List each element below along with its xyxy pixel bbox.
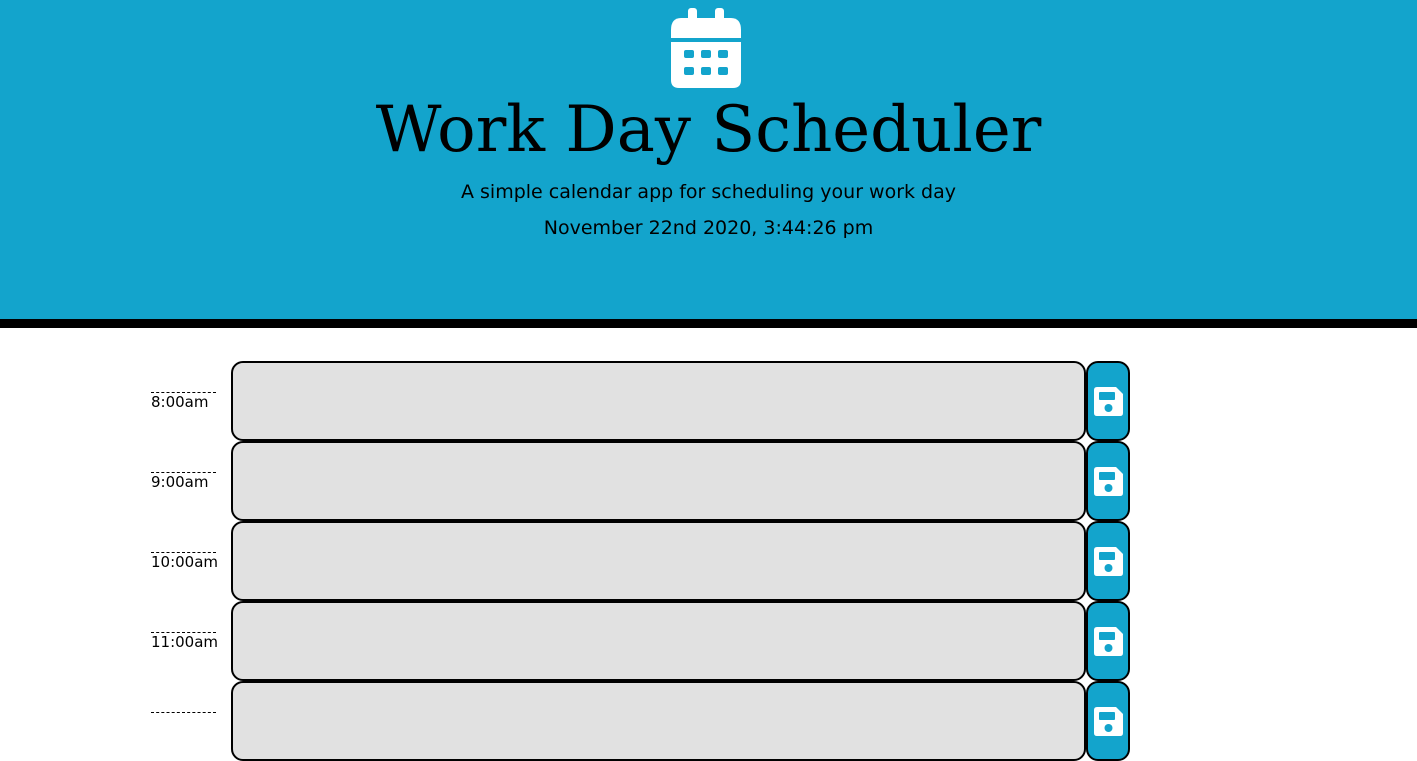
save-button[interactable]: [1086, 441, 1130, 521]
event-textarea[interactable]: [231, 361, 1086, 441]
event-textarea[interactable]: [231, 441, 1086, 521]
calendar-icon: [671, 8, 741, 88]
hour-label: 8:00am: [151, 392, 216, 411]
page-subtitle: A simple calendar app for scheduling you…: [460, 181, 957, 203]
event-textarea[interactable]: [231, 601, 1086, 681]
hour-label: 9:00am: [151, 472, 216, 491]
time-block-row: 10:00am: [0, 521, 1417, 601]
hour-label: 11:00am: [151, 632, 219, 651]
floppy-disk-icon: [1093, 466, 1123, 496]
save-button[interactable]: [1086, 361, 1130, 441]
event-textarea[interactable]: [231, 681, 1086, 761]
time-block-row: [0, 681, 1417, 761]
floppy-disk-icon: [1093, 706, 1123, 736]
floppy-disk-icon: [1093, 386, 1123, 416]
current-datetime: November 22nd 2020, 3:44:26 pm: [543, 217, 874, 239]
page-title: Work Day Scheduler: [375, 93, 1042, 167]
save-button[interactable]: [1086, 681, 1130, 761]
hour-label: 10:00am: [151, 552, 219, 571]
save-button[interactable]: [1086, 601, 1130, 681]
hour-label: [151, 712, 216, 713]
time-block-row: 11:00am: [0, 601, 1417, 681]
save-button[interactable]: [1086, 521, 1130, 601]
time-block-row: 8:00am: [0, 361, 1417, 441]
time-block-row: 9:00am: [0, 441, 1417, 521]
floppy-disk-icon: [1093, 546, 1123, 576]
header: Work Day Scheduler A simple calendar app…: [0, 0, 1417, 328]
floppy-disk-icon: [1093, 626, 1123, 656]
event-textarea[interactable]: [231, 521, 1086, 601]
